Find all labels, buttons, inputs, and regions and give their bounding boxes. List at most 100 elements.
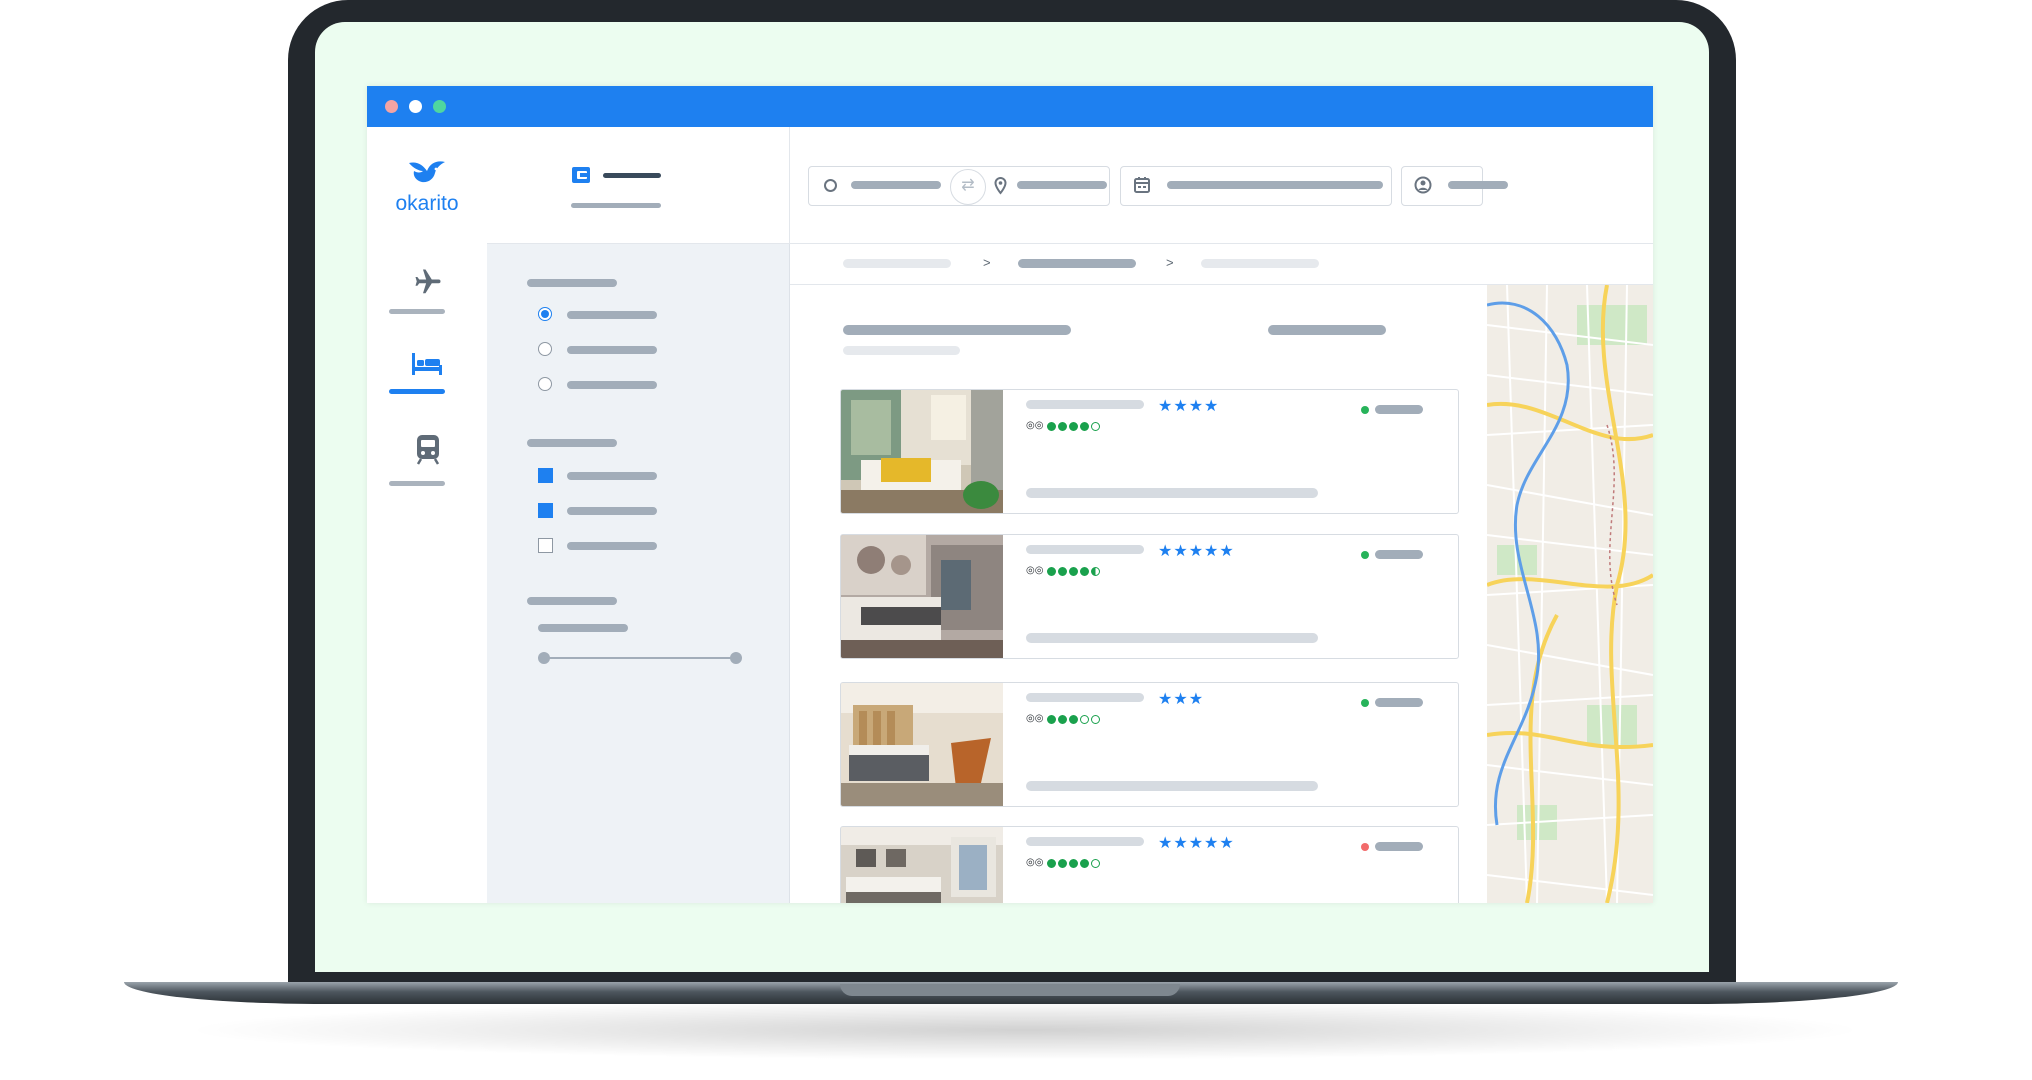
- availability-status-dot: [1361, 406, 1369, 414]
- hotel-address: [1026, 488, 1318, 498]
- rating-dot: [1080, 714, 1090, 724]
- rating-dot: [1069, 566, 1079, 576]
- price-value: [1375, 698, 1423, 707]
- filter-radio-label: [567, 311, 657, 319]
- destination-value: [1017, 181, 1107, 189]
- left-navigation: okarito: [367, 127, 488, 903]
- rating-dot: [1069, 421, 1079, 431]
- train-icon: [416, 435, 440, 465]
- breadcrumb: > >: [790, 244, 1653, 285]
- rating-dot: [1047, 566, 1057, 576]
- rating-dot: [1058, 566, 1068, 576]
- star-rating: ★★★★★: [1158, 543, 1235, 560]
- nav-flights[interactable]: [367, 261, 487, 341]
- travellers-value: [1448, 181, 1508, 189]
- filter-group-heading: [527, 279, 617, 287]
- range-slider-max-handle[interactable]: [730, 652, 742, 664]
- tripadvisor-owl-icon: ◎◎: [1026, 857, 1044, 868]
- filter-checkbox-label: [567, 472, 657, 480]
- hotel-card[interactable]: ★★★ ◎◎: [840, 682, 1459, 807]
- range-value-label: [538, 624, 628, 632]
- filter-checkbox-label: [567, 507, 657, 515]
- rating-dot: [1091, 566, 1101, 576]
- app-window: okarito ⇄ > > ★★★★ ◎◎ ★★★★★ ◎◎ ★★★ ◎◎ ★★…: [367, 86, 1653, 903]
- breadcrumb-separator: >: [1166, 255, 1174, 270]
- rating-dot: [1047, 858, 1057, 868]
- window-minimize-dot[interactable]: [409, 100, 422, 113]
- origin-value: [851, 181, 941, 189]
- nav-hotels-underline: [389, 389, 445, 394]
- laptop-shadow: [180, 1000, 1870, 1060]
- hotel-card[interactable]: ★★★★★ ◎◎: [840, 826, 1459, 903]
- availability-status-dot: [1361, 843, 1369, 851]
- rating-dot: [1080, 566, 1090, 576]
- breadcrumb-item[interactable]: [843, 259, 951, 268]
- date-field[interactable]: [1120, 166, 1392, 206]
- rating-dot: [1069, 858, 1079, 868]
- breadcrumb-item[interactable]: [1201, 259, 1319, 268]
- tripadvisor-owl-icon: ◎◎: [1026, 420, 1044, 431]
- window-maximize-dot[interactable]: [433, 100, 446, 113]
- price-value: [1375, 842, 1423, 851]
- rating-dot: [1091, 714, 1101, 724]
- breadcrumb-separator: >: [983, 255, 991, 270]
- window-close-dot[interactable]: [385, 100, 398, 113]
- rating-dot: [1080, 858, 1090, 868]
- rating-dot: [1091, 421, 1101, 431]
- star-rating: ★★★: [1158, 691, 1205, 708]
- filters-subtitle-line: [571, 203, 661, 208]
- user-icon: [1414, 176, 1432, 194]
- swap-arrows-icon[interactable]: ⇄: [950, 169, 986, 205]
- star-rating: ★★★★★: [1158, 835, 1235, 852]
- sort-control[interactable]: [1268, 325, 1386, 335]
- rating-dot: [1047, 421, 1057, 431]
- filter-radio-option[interactable]: [538, 377, 552, 391]
- filter-radio-label: [567, 381, 657, 389]
- filter-checkbox[interactable]: [538, 468, 553, 483]
- travellers-field[interactable]: [1401, 166, 1508, 206]
- nav-trains[interactable]: [367, 417, 487, 497]
- breadcrumb-item-current[interactable]: [1018, 259, 1136, 268]
- tripadvisor-owl-icon: ◎◎: [1026, 713, 1044, 724]
- review-rating: ◎◎: [1026, 713, 1101, 725]
- filter-checkbox[interactable]: [538, 538, 553, 553]
- hotel-name: [1026, 545, 1144, 554]
- results-title-line: [843, 325, 1071, 335]
- hotel-card[interactable]: ★★★★ ◎◎: [840, 389, 1459, 514]
- location-pin-icon: [994, 177, 1007, 195]
- hotel-name: [1026, 693, 1144, 702]
- wallet-icon[interactable]: [571, 166, 591, 184]
- filter-radio-option[interactable]: [538, 342, 552, 356]
- results-map[interactable]: [1487, 285, 1653, 903]
- results-subtitle-line: [843, 346, 960, 355]
- hotel-address: [1026, 633, 1318, 643]
- window-titlebar: [367, 86, 1653, 127]
- laptop-notch: [840, 984, 1180, 996]
- brand-name: okarito: [395, 192, 459, 215]
- hotel-room-window-photo: [841, 827, 1003, 903]
- filter-checkbox-label: [567, 542, 657, 550]
- star-rating: ★★★★: [1158, 398, 1220, 415]
- range-slider-min-handle[interactable]: [538, 652, 550, 664]
- range-slider-track[interactable]: [544, 657, 736, 659]
- hotel-card[interactable]: ★★★★★ ◎◎: [840, 534, 1459, 659]
- price-value: [1375, 405, 1423, 414]
- airplane-icon: [415, 269, 441, 294]
- filter-radio-label: [567, 346, 657, 354]
- bird-logo-icon: [409, 161, 445, 183]
- nav-hotels[interactable]: [367, 341, 487, 421]
- rating-dot: [1069, 714, 1079, 724]
- hotel-results: ★★★★ ◎◎ ★★★★★ ◎◎ ★★★ ◎◎ ★★★★★ ◎◎: [790, 285, 1487, 903]
- route-field[interactable]: ⇄: [808, 166, 1110, 206]
- date-value: [1167, 181, 1383, 189]
- rating-dot: [1091, 858, 1101, 868]
- brand-logo[interactable]: [367, 127, 487, 247]
- hotel-room-grey-photo: [841, 535, 1003, 658]
- filter-group-heading: [527, 439, 617, 447]
- hotel-address: [1026, 781, 1318, 791]
- filter-group-heading: [527, 597, 617, 605]
- filter-radio-option[interactable]: [538, 307, 552, 321]
- hotel-room-wood-photo: [841, 683, 1003, 806]
- filters-header: [487, 127, 790, 244]
- filter-checkbox[interactable]: [538, 503, 553, 518]
